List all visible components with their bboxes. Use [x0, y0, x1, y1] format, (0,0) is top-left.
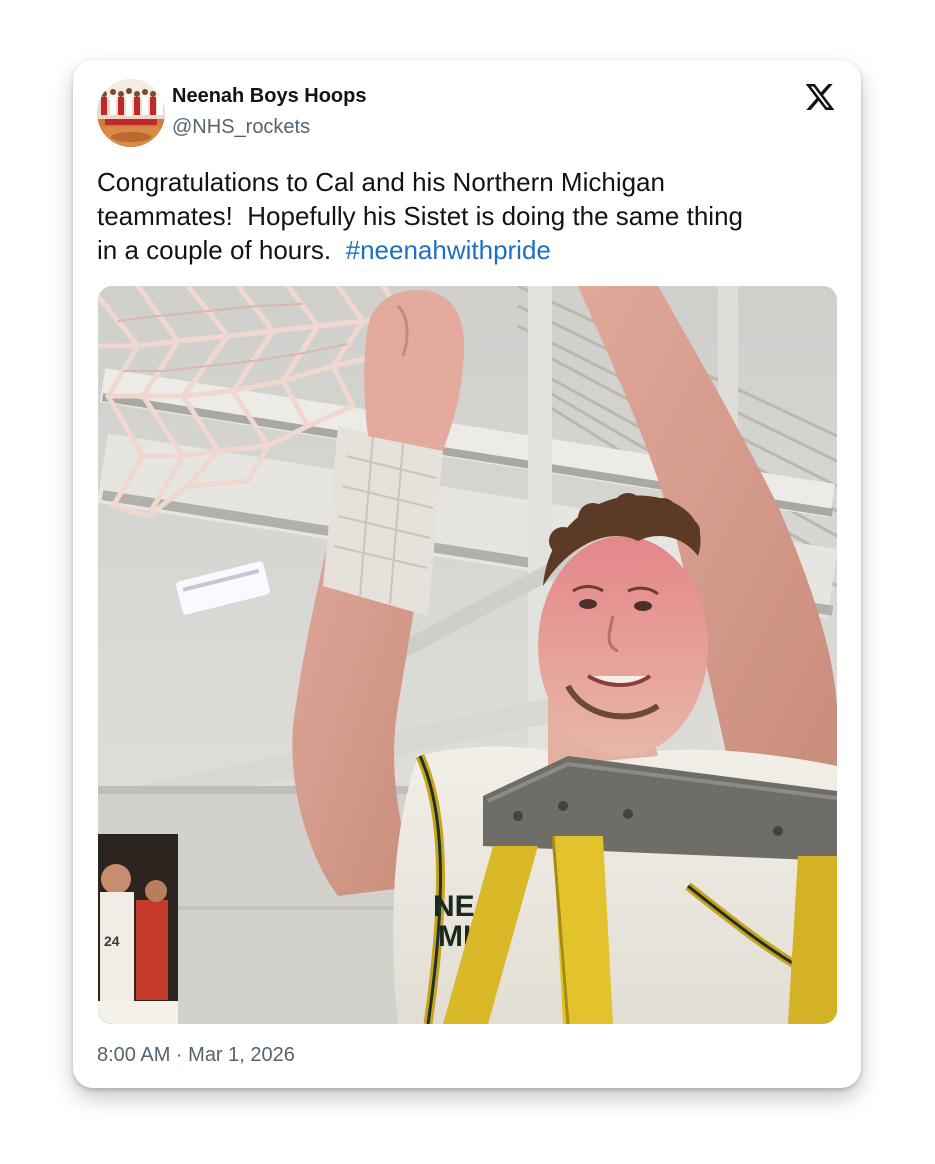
tweet-text: Congratulations to Cal and his Northern … [97, 165, 842, 267]
x-logo-icon[interactable] [804, 81, 836, 113]
svg-text:NE: NE [433, 890, 475, 923]
net-cutting-photo: 24 NE MI [98, 286, 837, 1024]
account-handle[interactable]: @NHS_rockets [172, 116, 310, 139]
tweet-text-fragment: in a couple of hours. [97, 235, 346, 265]
tweet-card[interactable]: Neenah Boys Hoops @NHS_rockets Congratul… [73, 60, 861, 1088]
avatar[interactable] [97, 79, 165, 147]
tweet-text-line: in a couple of hours. #neenahwithpride [97, 233, 842, 267]
poster-jersey-number: 24 [104, 933, 120, 949]
tweet-timestamp[interactable]: 8:00 AM · Mar 1, 2026 [97, 1044, 295, 1067]
tweet-text-line: Congratulations to Cal and his Northern … [97, 167, 665, 197]
stage: Neenah Boys Hoops @NHS_rockets Congratul… [0, 0, 935, 1164]
tweet-photo[interactable]: 24 NE MI [98, 286, 837, 1024]
tweet-text-line: teammates! Hopefully his Sistet is doing… [97, 201, 743, 231]
team-photo-avatar-icon [97, 79, 165, 147]
display-name[interactable]: Neenah Boys Hoops [172, 85, 366, 108]
hashtag-link[interactable]: #neenahwithpride [346, 235, 551, 265]
